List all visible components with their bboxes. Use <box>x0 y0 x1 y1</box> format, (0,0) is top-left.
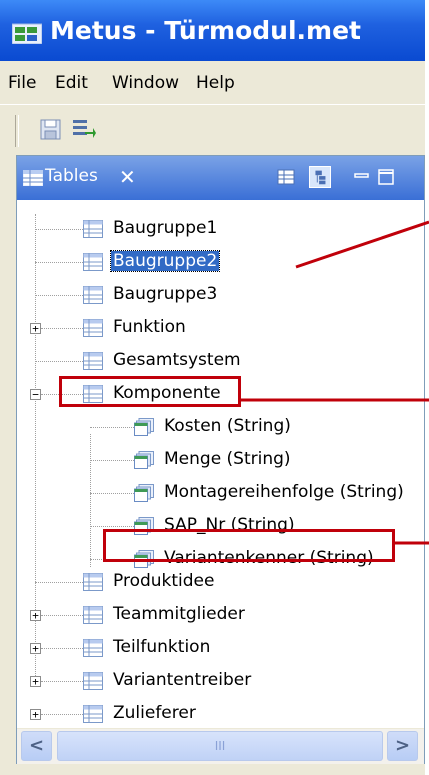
tables-tree: Baugruppe1 Baugruppe2 Baugruppe3 + Funkt… <box>17 200 424 725</box>
app-icon <box>12 23 42 44</box>
tables-view: Tables ✕ Baugruppe1 Baugruppe2 Baugruppe… <box>16 155 425 764</box>
table-icon[interactable] <box>275 166 297 188</box>
column-node-icon <box>134 484 154 502</box>
maximize-icon[interactable] <box>375 166 397 188</box>
tree-branch <box>35 361 83 362</box>
save-icon[interactable] <box>38 115 64 143</box>
tree-branch <box>90 526 134 527</box>
tree-item-label: Variantentreiber <box>113 670 252 690</box>
tree-item-label: Montagereihenfolge (String) <box>164 482 404 502</box>
highlight-box-variantenkenner <box>103 529 395 562</box>
tree-child-line <box>90 434 91 567</box>
expand-icon[interactable]: + <box>30 610 41 621</box>
minimize-icon[interactable] <box>351 166 373 188</box>
menu-bar: File Edit Window Help <box>0 61 425 104</box>
tree-branch <box>41 681 83 682</box>
tree-item-label: Menge (String) <box>164 449 291 469</box>
scroll-thumb[interactable]: III <box>57 731 383 761</box>
column-node-icon <box>134 418 154 436</box>
tree-branch <box>41 615 83 616</box>
table-node-icon <box>83 705 103 723</box>
column-node-icon <box>134 451 154 469</box>
horizontal-scrollbar[interactable]: < III > <box>17 728 424 764</box>
tree-branch <box>35 582 83 583</box>
tree-item-label: Funktion <box>113 317 186 337</box>
table-node-icon <box>83 220 103 238</box>
menu-edit[interactable]: Edit <box>55 73 88 93</box>
expand-icon[interactable]: + <box>30 643 41 654</box>
table-node-icon <box>83 352 103 370</box>
expand-icon[interactable]: + <box>30 676 41 687</box>
tree-branch <box>90 493 134 494</box>
tree-branch <box>35 262 83 263</box>
window-title: Metus - Türmodul.met <box>50 16 361 45</box>
tree-branch <box>35 295 83 296</box>
import-icon[interactable] <box>70 115 96 143</box>
table-node-icon <box>83 253 103 271</box>
title-bar[interactable]: Metus - Türmodul.met <box>0 0 425 61</box>
scroll-left-button[interactable]: < <box>21 731 52 761</box>
table-node-icon <box>83 639 103 657</box>
expand-icon[interactable]: + <box>30 709 41 720</box>
tree-item-label: Baugruppe1 <box>113 218 218 238</box>
close-icon[interactable]: ✕ <box>119 165 136 189</box>
menu-window[interactable]: Window <box>112 73 179 93</box>
tree-branch <box>41 648 83 649</box>
tree-branch <box>35 229 83 230</box>
table-node-icon <box>83 286 103 304</box>
tree-item-label: Baugruppe2 <box>109 250 221 272</box>
tree-item-label: Produktidee <box>113 571 215 591</box>
tree-branch <box>41 714 83 715</box>
tree-item-label: Kosten (String) <box>164 416 291 436</box>
table-node-icon <box>83 319 103 337</box>
tree-branch <box>41 328 83 329</box>
toolbar-grip[interactable] <box>15 115 19 147</box>
tree-item-label: Zulieferer <box>113 703 196 723</box>
tab-label: Tables <box>45 166 98 186</box>
table-node-icon <box>83 606 103 624</box>
tree-item-label: Teammitglieder <box>113 604 245 624</box>
tree-item-label: Baugruppe3 <box>113 284 218 304</box>
menu-file[interactable]: File <box>8 73 36 93</box>
collapse-icon[interactable]: − <box>30 389 41 400</box>
scroll-right-button[interactable]: > <box>387 731 418 761</box>
tree-icon[interactable] <box>309 166 331 188</box>
toolbar <box>0 104 425 152</box>
table-tab-icon <box>23 170 43 186</box>
tree-item-label: Gesamtsystem <box>113 350 241 370</box>
view-header: Tables ✕ <box>17 156 424 200</box>
application-window: Metus - Türmodul.met File Edit Window He… <box>0 0 425 775</box>
tree-item-label: Teilfunktion <box>113 637 211 657</box>
highlight-box-komponente <box>59 376 241 407</box>
table-node-icon <box>83 672 103 690</box>
tree-branch <box>90 427 134 428</box>
table-node-icon <box>83 573 103 591</box>
menu-help[interactable]: Help <box>196 73 235 93</box>
tree-branch <box>90 460 134 461</box>
expand-icon[interactable]: + <box>30 323 41 334</box>
